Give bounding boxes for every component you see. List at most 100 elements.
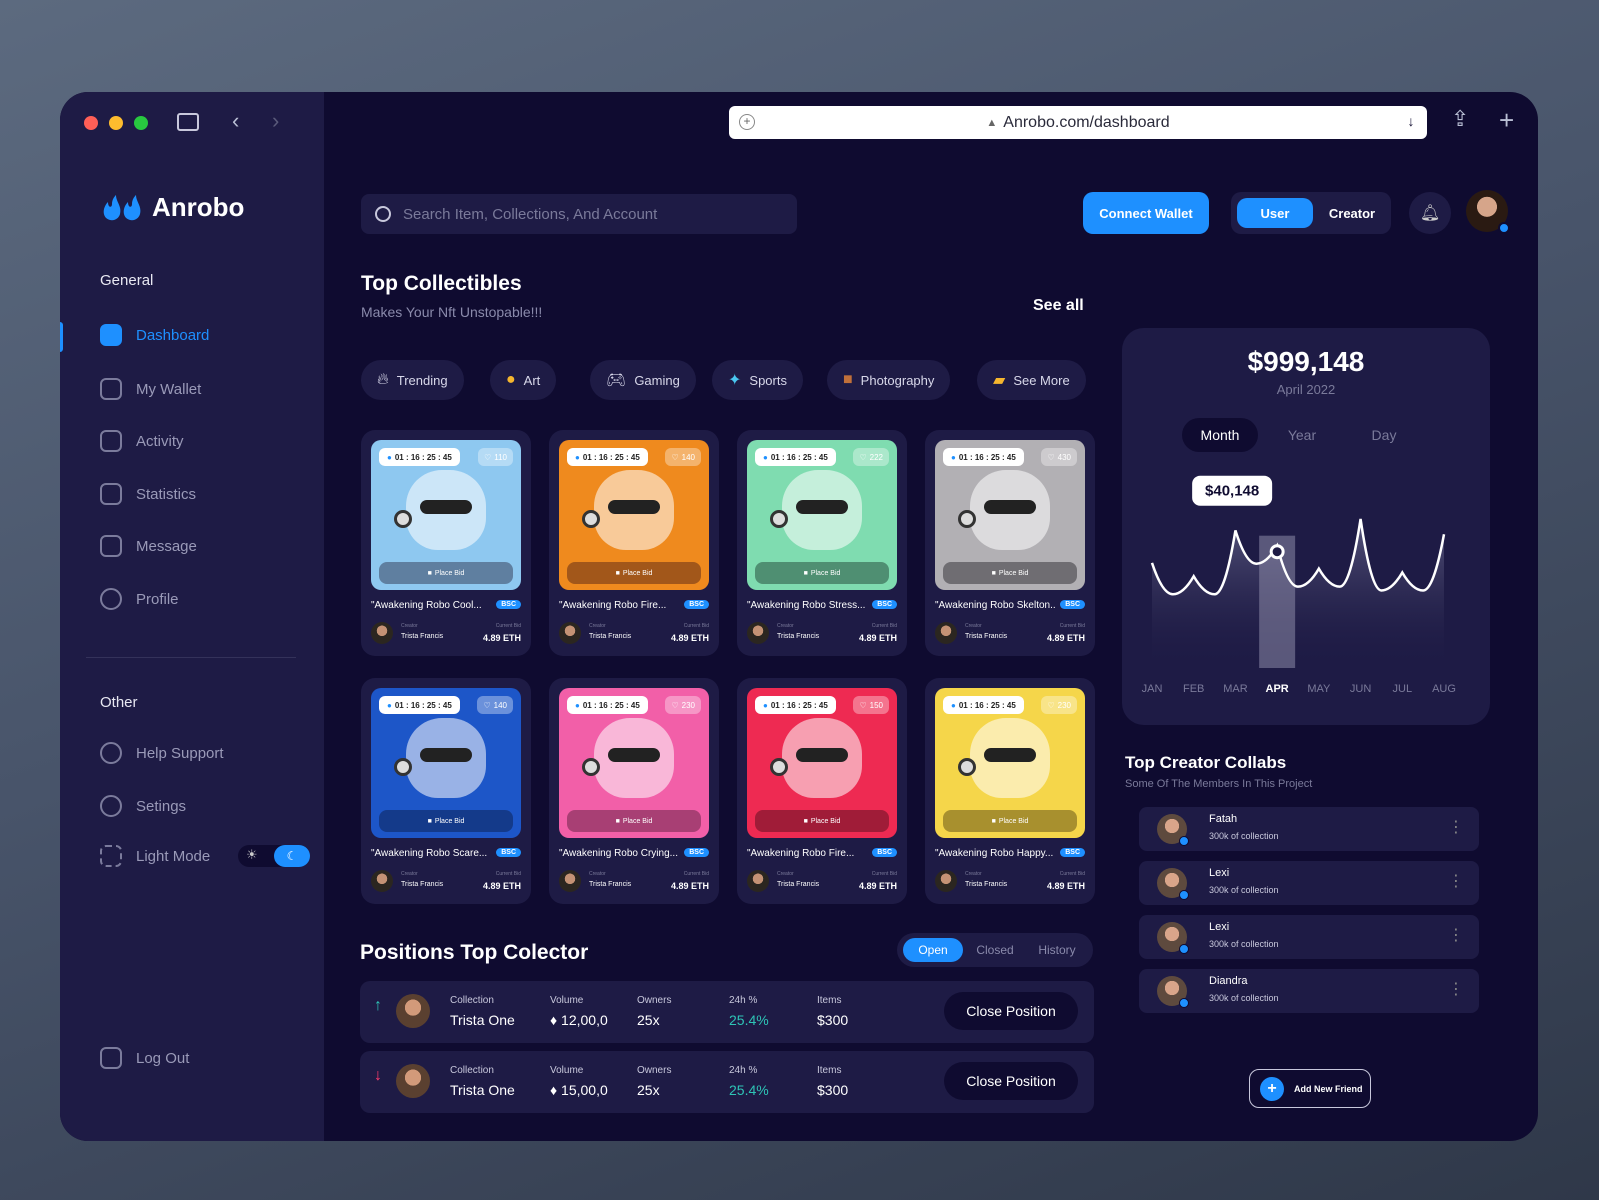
address-bar[interactable]: + ▲ Anrobo.com/dashboard xyxy=(729,106,1427,139)
more-options-icon[interactable]: ⋮ xyxy=(1448,871,1464,891)
download-icon[interactable]: ↓ xyxy=(1400,110,1422,132)
nft-card[interactable]: ● 01 : 16 : 25 : 45 ♡ 430 ■ Place Bid "Awakeni… xyxy=(925,430,1095,656)
user-avatar[interactable] xyxy=(1466,190,1510,234)
nft-card[interactable]: ● 01 : 16 : 25 : 45 ♡ 140 ■ Place Bid "Awakeni… xyxy=(361,678,531,904)
like-button[interactable]: ♡ 150 xyxy=(853,696,889,714)
more-options-icon[interactable]: ⋮ xyxy=(1448,817,1464,837)
tab-open[interactable]: Open xyxy=(903,938,963,962)
collab-member[interactable]: Lexi 300k of collection ⋮ xyxy=(1139,861,1479,905)
sidebar-item-settings[interactable]: Setings xyxy=(100,788,300,824)
volume-column: Volume ♦ 15,00,0 xyxy=(550,1065,608,1098)
like-button[interactable]: ♡ 430 xyxy=(1041,448,1077,466)
sidebar-item-profile[interactable]: Profile xyxy=(100,581,300,617)
heart-icon: ♡ xyxy=(859,452,867,462)
sidebar-item-help-support[interactable]: Help Support xyxy=(100,735,300,771)
nft-image[interactable]: ● 01 : 16 : 25 : 45 ♡ 140 ■ Place Bid xyxy=(559,440,709,590)
nft-card[interactable]: ● 01 : 16 : 25 : 45 ♡ 140 ■ Place Bid "Awakeni… xyxy=(549,430,719,656)
close-position-button[interactable]: Close Position xyxy=(944,1062,1078,1100)
robot-ear xyxy=(770,510,788,528)
logout-button[interactable]: Log Out xyxy=(100,1040,300,1076)
place-bid-button[interactable]: ■ Place Bid xyxy=(567,562,701,584)
highlight-point[interactable] xyxy=(1269,544,1285,560)
like-button[interactable]: ♡ 222 xyxy=(853,448,889,466)
current-bid-label: Current Bid xyxy=(1059,623,1085,629)
add-new-friend-button[interactable]: + Add New Friend xyxy=(1249,1069,1371,1108)
category-art[interactable]: ● Art xyxy=(490,360,557,400)
auction-timer: ● 01 : 16 : 25 : 45 xyxy=(943,448,1024,466)
collab-member[interactable]: Diandra 300k of collection ⋮ xyxy=(1139,969,1479,1013)
connect-wallet-button[interactable]: Connect Wallet xyxy=(1083,192,1209,234)
nft-image[interactable]: ● 01 : 16 : 25 : 45 ♡ 110 ■ Place Bid xyxy=(371,440,521,590)
category-trending[interactable]: 🔥︎ Trending xyxy=(361,360,464,400)
nft-card[interactable]: ● 01 : 16 : 25 : 45 ♡ 150 ■ Place Bid "Awakeni… xyxy=(737,678,907,904)
place-bid-button[interactable]: ■ Place Bid xyxy=(943,810,1077,832)
nft-card[interactable]: ● 01 : 16 : 25 : 45 ♡ 110 ■ Place Bid "Awakeni… xyxy=(361,430,531,656)
heart-icon: ♡ xyxy=(484,452,492,462)
minimize-window-button[interactable] xyxy=(109,116,123,130)
place-bid-label: Place Bid xyxy=(810,569,841,577)
see-all-link[interactable]: See all xyxy=(1033,297,1084,315)
add-tab-icon[interactable]: + xyxy=(739,114,755,130)
nft-image[interactable]: ● 01 : 16 : 25 : 45 ♡ 230 ■ Place Bid xyxy=(935,688,1085,838)
current-bid-label: Current Bid xyxy=(495,871,521,877)
category-sports[interactable]: ✦ Sports xyxy=(712,360,803,400)
place-bid-button[interactable]: ■ Place Bid xyxy=(379,562,513,584)
collab-member[interactable]: Lexi 300k of collection ⋮ xyxy=(1139,915,1479,959)
notification-bell-icon[interactable]: 🔔︎ xyxy=(1409,192,1451,234)
back-icon[interactable]: ‹ xyxy=(232,110,239,132)
flame-icon: ● xyxy=(575,452,580,462)
new-tab-icon[interactable]: + xyxy=(1499,107,1514,133)
sidebar-item-dashboard[interactable]: Dashboard xyxy=(100,317,300,353)
close-window-button[interactable] xyxy=(84,116,98,130)
like-button[interactable]: ♡ 140 xyxy=(665,448,701,466)
like-button[interactable]: ♡ 230 xyxy=(1041,696,1077,714)
maximize-window-button[interactable] xyxy=(134,116,148,130)
place-bid-button[interactable]: ■ Place Bid xyxy=(755,810,889,832)
auction-timer: ● 01 : 16 : 25 : 45 xyxy=(379,448,460,466)
member-name: Lexi xyxy=(1209,867,1230,879)
category-see-more[interactable]: ▰ See More xyxy=(977,360,1086,400)
category-photography[interactable]: ■ Photography xyxy=(827,360,951,400)
nft-image[interactable]: ● 01 : 16 : 25 : 45 ♡ 140 ■ Place Bid xyxy=(371,688,521,838)
place-bid-button[interactable]: ■ Place Bid xyxy=(379,810,513,832)
search-input[interactable] xyxy=(403,205,783,223)
search-bar[interactable] xyxy=(361,194,797,234)
more-options-icon[interactable]: ⋮ xyxy=(1448,925,1464,945)
forward-icon[interactable]: › xyxy=(272,110,279,132)
app-logo[interactable]: Anrobo xyxy=(100,192,244,223)
collab-member[interactable]: Fatah 300k of collection ⋮ xyxy=(1139,807,1479,851)
sidebar-item-my-wallet[interactable]: My Wallet xyxy=(100,371,300,407)
close-position-button[interactable]: Close Position xyxy=(944,992,1078,1030)
place-bid-button[interactable]: ■ Place Bid xyxy=(755,562,889,584)
nft-image[interactable]: ● 01 : 16 : 25 : 45 ♡ 430 ■ Place Bid xyxy=(935,440,1085,590)
volume-number: 12,00,0 xyxy=(561,1012,608,1028)
nft-card[interactable]: ● 01 : 16 : 25 : 45 ♡ 230 ■ Place Bid "Awakeni… xyxy=(549,678,719,904)
like-button[interactable]: ♡ 110 xyxy=(478,448,513,466)
nft-image[interactable]: ● 01 : 16 : 25 : 45 ♡ 230 ■ Place Bid xyxy=(559,688,709,838)
creator-name: Trista Francis xyxy=(589,633,632,640)
sidebar-item-message[interactable]: Message xyxy=(100,528,300,564)
position-row: ↑ Collection Trista One Volume ♦ 12,00,0 Owne… xyxy=(360,981,1094,1043)
sidebar-item-statistics[interactable]: Statistics xyxy=(100,476,300,512)
more-options-icon[interactable]: ⋮ xyxy=(1448,979,1464,999)
role-user-button[interactable]: User xyxy=(1237,198,1313,228)
tab-history[interactable]: History xyxy=(1027,938,1087,962)
role-creator-button[interactable]: Creator xyxy=(1319,198,1385,228)
like-button[interactable]: ♡ 230 xyxy=(665,696,701,714)
theme-toggle[interactable]: ☀ ☾ xyxy=(238,845,310,867)
sidebar-toggle-icon[interactable] xyxy=(177,113,199,131)
sidebar-item-activity[interactable]: Activity xyxy=(100,423,300,459)
place-bid-button[interactable]: ■ Place Bid xyxy=(567,810,701,832)
heart-icon: ♡ xyxy=(671,452,679,462)
nft-image[interactable]: ● 01 : 16 : 25 : 45 ♡ 222 ■ Place Bid xyxy=(747,440,897,590)
tab-closed[interactable]: Closed xyxy=(965,938,1025,962)
creator-name: Trista Francis xyxy=(965,633,1008,640)
category-gaming[interactable]: 🎮︎ Gaming xyxy=(590,360,696,400)
like-button[interactable]: ♡ 140 xyxy=(477,696,513,714)
nft-card[interactable]: ● 01 : 16 : 25 : 45 ♡ 230 ■ Place Bid "Awakeni… xyxy=(925,678,1095,904)
nft-image[interactable]: ● 01 : 16 : 25 : 45 ♡ 150 ■ Place Bid xyxy=(747,688,897,838)
share-icon[interactable]: ⇪ xyxy=(1451,108,1469,130)
place-bid-button[interactable]: ■ Place Bid xyxy=(943,562,1077,584)
nft-card[interactable]: ● 01 : 16 : 25 : 45 ♡ 222 ■ Place Bid "Awakeni… xyxy=(737,430,907,656)
robot-visor xyxy=(984,748,1036,762)
